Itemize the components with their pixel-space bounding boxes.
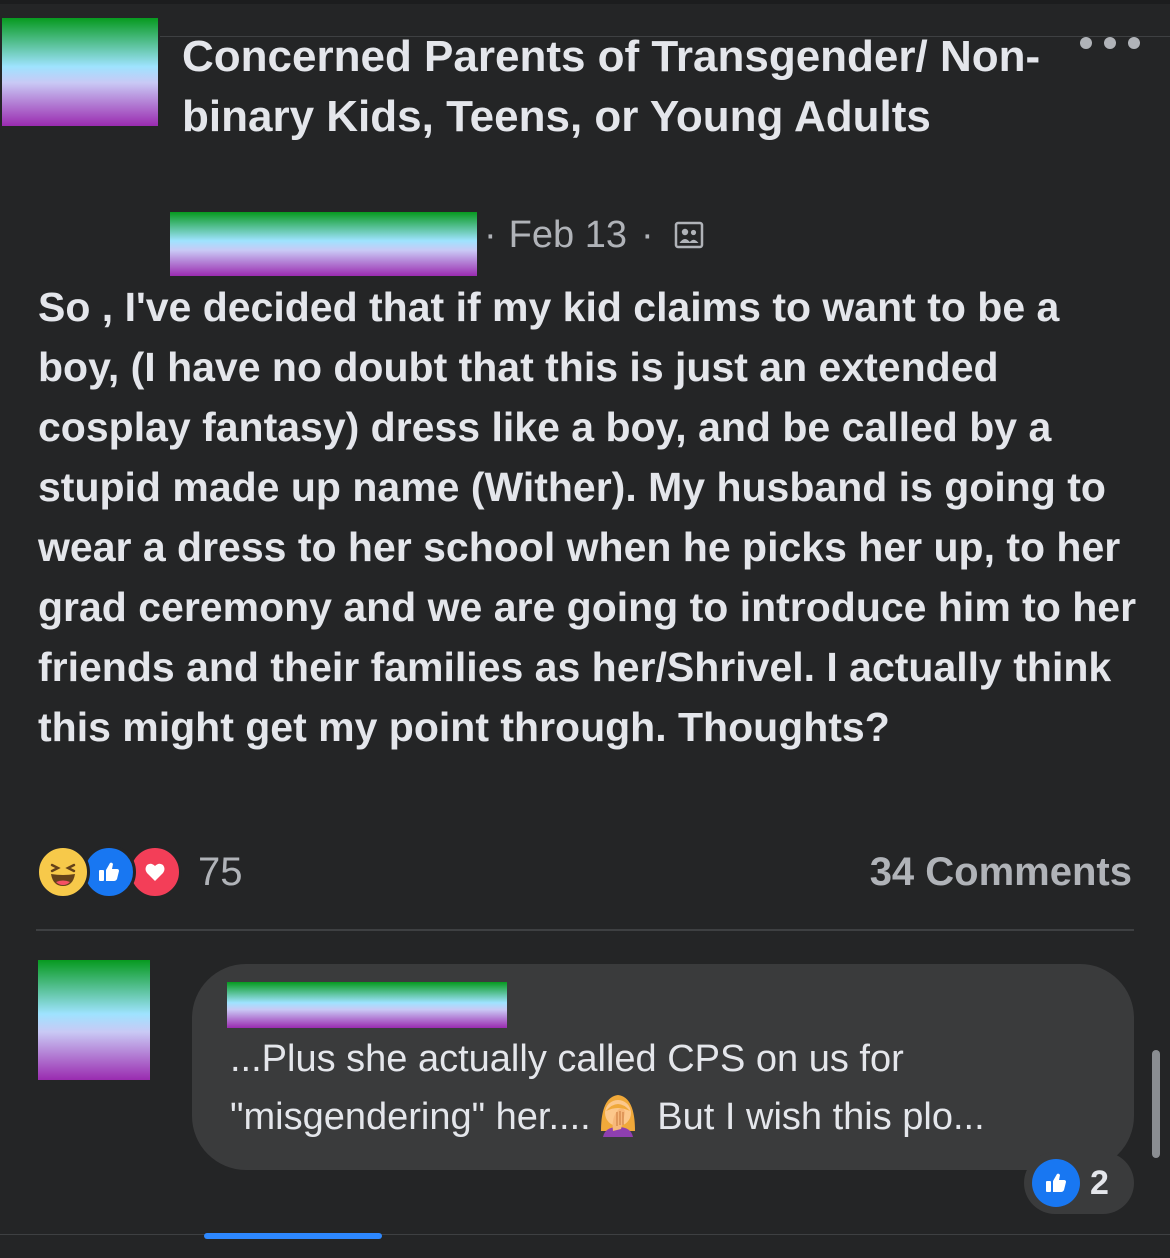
commenter-avatar-redacted[interactable] — [38, 960, 150, 1080]
post-meta: · Feb 13 · — [484, 210, 704, 260]
comments-count-link[interactable]: 34 Comments — [870, 846, 1132, 898]
dot-icon — [1104, 37, 1116, 49]
reaction-summary[interactable]: 75 — [36, 845, 243, 899]
comment-like-count[interactable]: 2 — [1024, 1152, 1134, 1214]
like-reaction-icon — [82, 845, 136, 899]
divider — [36, 929, 1134, 931]
commenter-name-redacted[interactable] — [227, 982, 507, 1028]
dot-icon — [1080, 37, 1092, 49]
scrollbar[interactable] — [1152, 1050, 1160, 1158]
post-body: So , I've decided that if my kid claims … — [38, 284, 1137, 750]
post-date[interactable]: Feb 13 — [509, 214, 627, 257]
bottom-separator — [0, 1234, 1170, 1235]
comment-text: ...Plus she actually called CPS on us fo… — [230, 1030, 1110, 1146]
group-name[interactable]: Concerned Parents of Transgender/ Non-bi… — [182, 27, 1062, 147]
like-icon — [1032, 1159, 1080, 1207]
facepalm-emoji-icon — [600, 1095, 635, 1137]
meta-separator: · — [640, 213, 654, 256]
meta-separator: · — [484, 213, 497, 256]
love-reaction-icon — [128, 845, 182, 899]
group-avatar-redacted[interactable] — [2, 18, 158, 126]
comment-like-number: 2 — [1090, 1163, 1109, 1202]
active-tab-indicator — [204, 1233, 382, 1239]
top-edge — [0, 0, 1170, 4]
dot-icon — [1128, 37, 1140, 49]
comment-text-part: But I wish this plo... — [646, 1096, 985, 1138]
more-options-button[interactable] — [1080, 26, 1140, 60]
haha-reaction-icon — [36, 845, 90, 899]
author-name-redacted[interactable] — [170, 212, 477, 276]
members-group-icon — [674, 221, 703, 249]
reaction-count: 75 — [198, 849, 243, 894]
